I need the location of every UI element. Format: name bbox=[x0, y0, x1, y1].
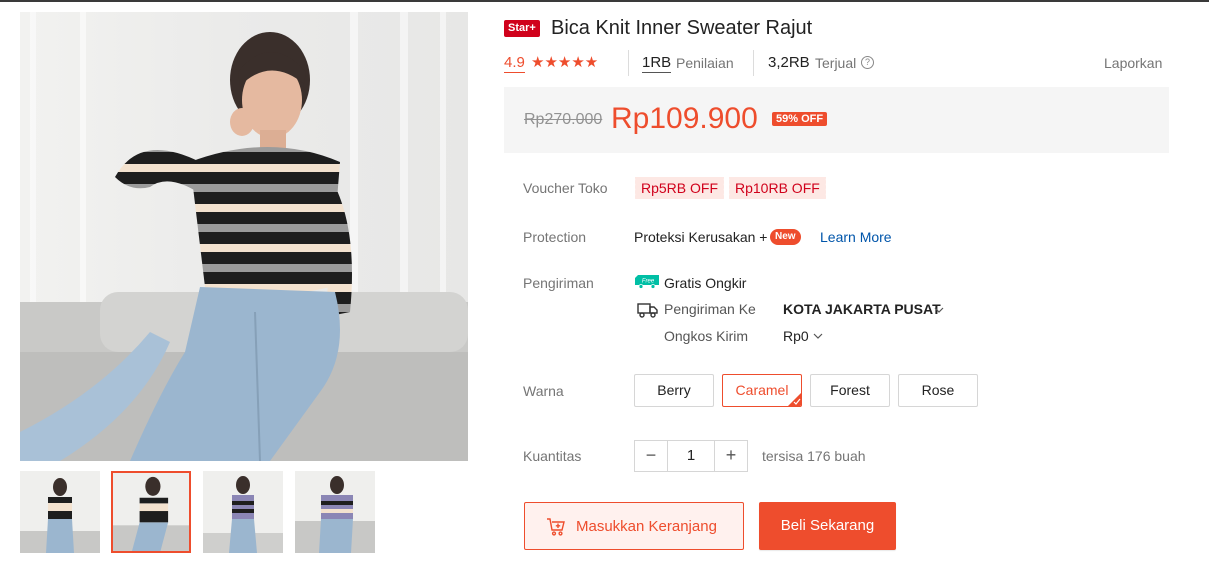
svg-text:Free: Free bbox=[642, 279, 655, 285]
variant-option-berry[interactable]: Berry bbox=[634, 374, 714, 407]
thumbnail-image[interactable] bbox=[20, 471, 100, 553]
shipping-cost-label: Ongkos Kirim bbox=[664, 328, 749, 344]
add-to-cart-icon bbox=[547, 518, 565, 536]
variant-option-caramel[interactable]: Caramel bbox=[722, 374, 802, 407]
color-label: Warna bbox=[523, 383, 564, 399]
sold-count: 3,2RB bbox=[768, 54, 810, 71]
shipping-cost[interactable]: Rp0 bbox=[783, 328, 809, 344]
learn-more-link[interactable]: Learn More bbox=[820, 229, 892, 245]
free-shipping-icon: Free bbox=[635, 275, 659, 289]
add-to-cart-label: Masukkan Keranjang bbox=[576, 518, 717, 535]
current-price: Rp109.900 bbox=[611, 102, 758, 135]
quantity-input[interactable]: 1 bbox=[667, 441, 715, 471]
report-link[interactable]: Laporkan bbox=[1104, 55, 1162, 71]
rating-value[interactable]: 4.9 bbox=[504, 54, 525, 73]
stock-info: tersisa 176 buah bbox=[762, 448, 866, 464]
voucher-chip[interactable]: Rp10RB OFF bbox=[727, 177, 826, 199]
protection-label: Protection bbox=[523, 229, 587, 245]
thumbnail-strip bbox=[20, 471, 468, 553]
buy-now-button[interactable]: Beli Sekarang bbox=[759, 502, 896, 550]
add-to-cart-button[interactable]: Masukkan Keranjang bbox=[524, 502, 744, 550]
variant-option-forest[interactable]: Forest bbox=[810, 374, 890, 407]
product-title: Bica Knit Inner Sweater Rajut bbox=[551, 17, 813, 39]
variant-option-rose[interactable]: Rose bbox=[898, 374, 978, 407]
help-icon[interactable]: ? bbox=[861, 56, 874, 69]
original-price: Rp270.000 bbox=[524, 111, 603, 128]
increase-button[interactable]: + bbox=[715, 441, 747, 471]
divider bbox=[753, 50, 754, 76]
star-icon: ★★★★★ bbox=[531, 54, 599, 71]
free-shipping-label: Gratis Ongkir bbox=[664, 275, 747, 291]
chevron-down-icon[interactable] bbox=[813, 333, 823, 339]
quantity-stepper: − 1 + bbox=[634, 440, 748, 472]
divider bbox=[628, 50, 629, 76]
star-plus-badge: Star+ bbox=[504, 20, 540, 37]
discount-badge: 59% OFF bbox=[772, 112, 828, 126]
decrease-button[interactable]: − bbox=[635, 441, 667, 471]
chevron-down-icon[interactable] bbox=[934, 307, 944, 313]
thumbnail-image[interactable] bbox=[203, 471, 283, 553]
destination-city[interactable]: KOTA JAKARTA PUSAT bbox=[783, 301, 941, 317]
check-icon bbox=[788, 393, 801, 406]
truck-icon bbox=[637, 301, 659, 319]
top-divider bbox=[0, 0, 1209, 2]
review-count[interactable]: 1RB bbox=[642, 54, 672, 73]
new-badge: New bbox=[770, 229, 801, 245]
shipping-label: Pengiriman bbox=[523, 275, 594, 291]
variant-label: Caramel bbox=[735, 382, 789, 398]
protection-text: Proteksi Kerusakan + bbox=[634, 229, 768, 245]
review-label: Penilaian bbox=[676, 55, 734, 71]
price-section: Rp270.000 Rp109.900 59% OFF bbox=[504, 87, 1169, 153]
rating-row: 4.9 ★★★★★ 1RB Penilaian 3,2RB Terjual ? … bbox=[504, 50, 1168, 76]
ship-to-label: Pengiriman Ke bbox=[664, 301, 756, 317]
product-main-image[interactable] bbox=[20, 12, 468, 461]
quantity-label: Kuantitas bbox=[523, 448, 582, 464]
thumbnail-image[interactable] bbox=[295, 471, 375, 553]
thumbnail-image[interactable] bbox=[111, 471, 191, 553]
voucher-label: Voucher Toko bbox=[523, 180, 608, 196]
voucher-chip[interactable]: Rp5RB OFF bbox=[632, 177, 725, 199]
sold-label: Terjual bbox=[815, 55, 857, 71]
